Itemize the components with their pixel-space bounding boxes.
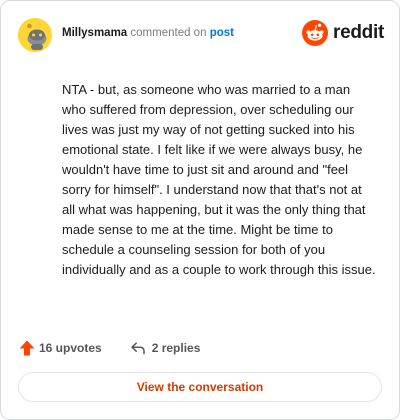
comment-body: NTA - but, as someone who was married to…	[62, 82, 376, 277]
comment-byline: Millysmama commented on post	[62, 27, 234, 39]
upvotes-count: 16 upvotes	[39, 341, 102, 355]
snoo-avatar-icon	[18, 18, 52, 52]
reply-arrow-icon	[130, 342, 145, 355]
comment-header: Millysmama commented on post reddit	[18, 18, 384, 54]
user-avatar[interactable]	[18, 18, 52, 52]
comment-stats: 16 upvotes 2 replies	[18, 338, 200, 358]
post-link[interactable]: post	[210, 27, 234, 39]
replies-stat[interactable]: 2 replies	[130, 340, 201, 356]
username[interactable]: Millysmama	[62, 27, 127, 39]
view-conversation-button[interactable]: View the conversation	[18, 372, 382, 402]
reddit-comment-embed-card: Millysmama commented on post reddit NTA …	[0, 0, 400, 420]
commented-on-text: commented on	[130, 27, 207, 39]
reddit-logo[interactable]: reddit	[302, 18, 384, 48]
upvote-arrow-icon	[19, 340, 35, 356]
upvotes-stat[interactable]: 16 upvotes	[18, 339, 102, 357]
reddit-snoo-icon	[302, 20, 329, 46]
reddit-wordmark: reddit	[333, 22, 384, 43]
replies-count: 2 replies	[151, 341, 201, 355]
